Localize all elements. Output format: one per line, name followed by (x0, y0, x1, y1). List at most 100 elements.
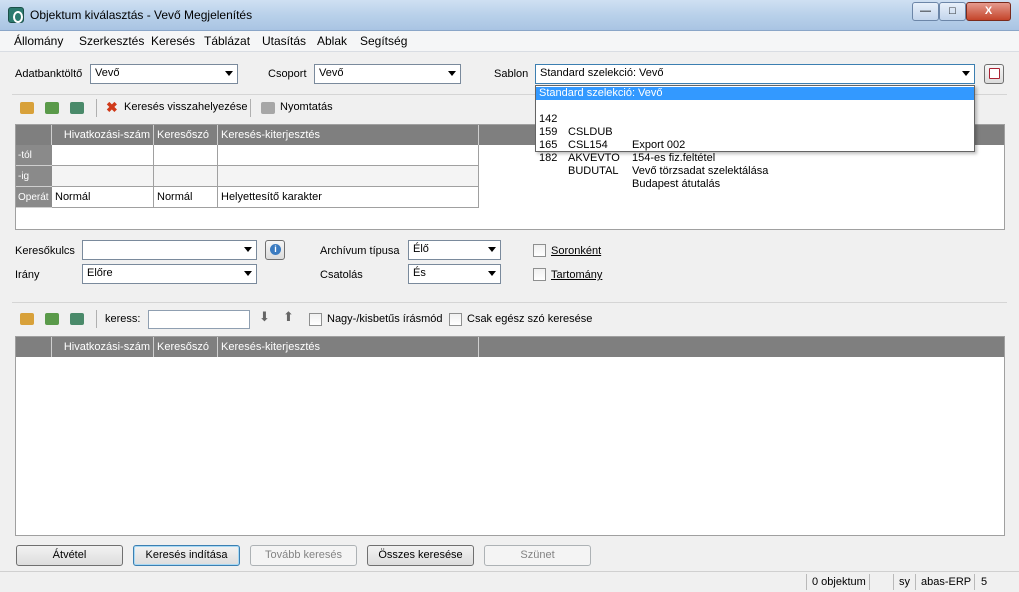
sablon-label: Sablon (494, 68, 529, 80)
maximize-button[interactable]: □ (939, 2, 966, 21)
printer-icon (261, 102, 275, 114)
status-number: 5 (981, 576, 988, 588)
col-keresoszo[interactable]: Keresőszó (154, 337, 218, 357)
corner-cell (16, 125, 52, 145)
dropdown-option[interactable]: 142 CSLDUB Export 002 (536, 100, 974, 151)
cell-ig-kiterjesztes[interactable] (218, 166, 479, 187)
sablon-value: Standard szelekció: Vevő (540, 67, 664, 79)
window-title: Objektum kiválasztás - Vevő Megjelenítés (30, 8, 253, 22)
cell-op-hivatkozasi[interactable]: Normál (52, 187, 154, 208)
cell-tol-hivatkozasi[interactable] (52, 145, 154, 166)
sablon-select[interactable]: Standard szelekció: Vevő (535, 64, 975, 84)
load-icon[interactable] (20, 313, 34, 325)
option-name: AKVEVTO (568, 152, 620, 164)
start-search-button[interactable]: Keresés indítása (133, 545, 240, 566)
csatolas-label: Csatolás (320, 269, 363, 281)
paste-icon[interactable] (70, 313, 84, 325)
menu-segitseg[interactable]: Segítség (360, 34, 407, 48)
continue-search-button[interactable]: Tovább keresés (250, 545, 357, 566)
results-grid-header: Hivatkozási-szám Keresőszó Keresés-kiter… (16, 337, 1004, 357)
irany-value: Előre (87, 267, 113, 279)
corner-cell (16, 337, 52, 357)
dropdown-option[interactable]: 165 AKVEVTO Vevő törzsadat szelektálása (536, 126, 974, 177)
cell-tol-keresoszo[interactable] (154, 145, 218, 166)
atvetel-button[interactable]: Átvétel (16, 545, 123, 566)
csoport-select[interactable]: Vevő (314, 64, 461, 84)
adatbanktolto-value: Vevő (95, 67, 120, 79)
chevron-down-icon (225, 71, 233, 76)
reset-search-button[interactable]: Keresés visszahelyezése (124, 101, 248, 113)
print-button[interactable]: Nyomtatás (280, 101, 333, 113)
chevron-down-icon (962, 71, 970, 76)
status-separator (974, 574, 975, 590)
status-separator (915, 574, 916, 590)
option-desc: 154-es fiz.feltétel (632, 152, 716, 164)
arrow-up-icon[interactable]: ⬆ (283, 309, 294, 325)
whole-word-label[interactable]: Csak egész szó keresése (467, 313, 592, 325)
option-name: BUDUTAL (568, 165, 619, 177)
dropdown-option-selected[interactable]: Standard szelekció: Vevő (536, 87, 974, 100)
minimize-button[interactable]: — (912, 2, 939, 21)
tartomany-checkbox[interactable] (533, 268, 546, 281)
whole-word-checkbox[interactable] (449, 313, 462, 326)
col-hivatkozasi-szam[interactable]: Hivatkozási-szám (52, 125, 154, 145)
chevron-down-icon (244, 247, 252, 252)
toolbar-separator (96, 310, 97, 328)
chevron-down-icon (448, 71, 456, 76)
dropdown-option[interactable]: 182 BUDUTAL Budapest átutalás (536, 139, 974, 190)
case-sensitive-label[interactable]: Nagy-/kisbetűs írásmód (327, 313, 443, 325)
menu-tablazat[interactable]: Táblázat (204, 34, 250, 48)
status-bar: 0 objektum sy abas-ERP 5 (0, 571, 1019, 592)
kereskulcs-select[interactable] (82, 240, 257, 260)
chevron-down-icon (488, 271, 496, 276)
copy-icon[interactable] (45, 102, 59, 114)
load-icon[interactable] (20, 102, 34, 114)
status-separator (806, 574, 807, 590)
cell-tol-kiterjesztes[interactable] (218, 145, 479, 166)
irany-select[interactable]: Előre (82, 264, 257, 284)
adatbanktolto-label: Adatbanktöltő (15, 68, 83, 80)
status-object-count: 0 objektum (812, 576, 866, 588)
soronkent-checkbox[interactable] (533, 244, 546, 257)
adatbanktolto-select[interactable]: Vevő (90, 64, 238, 84)
title-bar: Objektum kiválasztás - Vevő Megjelenítés… (0, 0, 1019, 31)
search-input[interactable] (148, 310, 250, 329)
toolbar-separator (250, 99, 251, 117)
soronkent-label[interactable]: Soronként (551, 245, 601, 257)
cell-ig-keresoszo[interactable] (154, 166, 218, 187)
tartomany-label[interactable]: Tartomány (551, 269, 602, 281)
csatolas-select[interactable]: És (408, 264, 501, 284)
cell-op-keresoszo[interactable]: Normál (154, 187, 218, 208)
search-label: keress: (105, 313, 141, 325)
menu-ablak[interactable]: Ablak (317, 34, 347, 48)
menu-allomany[interactable]: Állomány (14, 34, 63, 48)
sablon-edit-button[interactable] (984, 64, 1004, 84)
results-toolbar: keress: ⬇ ⬆ Nagy-/kisbetűs írásmód Csak … (12, 302, 1007, 332)
archivum-label: Archívum típusa (320, 245, 400, 257)
menu-szerkesztes[interactable]: Szerkesztés (79, 34, 144, 48)
col-keresoszo[interactable]: Keresőszó (154, 125, 218, 145)
col-hivatkozasi-szam[interactable]: Hivatkozási-szám (52, 337, 154, 357)
info-button[interactable]: i (265, 240, 285, 260)
option-desc: Budapest átutalás (632, 178, 721, 190)
menu-kereses[interactable]: Keresés (151, 34, 195, 48)
case-sensitive-checkbox[interactable] (309, 313, 322, 326)
row-header-operator: Operát (16, 187, 52, 208)
copy-icon[interactable] (45, 313, 59, 325)
menu-utasitas[interactable]: Utasítás (262, 34, 306, 48)
archivum-select[interactable]: Élő (408, 240, 501, 260)
arrow-down-icon[interactable]: ⬇ (259, 309, 270, 325)
cell-op-kiterjesztes[interactable]: Helyettesítő karakter (218, 187, 479, 208)
col-kereses-kiterjesztes[interactable]: Keresés-kiterjesztés (218, 125, 479, 145)
row-header-tol: -tól (16, 145, 52, 166)
dropdown-option[interactable]: 159 CSL154 154-es fiz.feltétel (536, 113, 974, 164)
csoport-label: Csoport (268, 68, 307, 80)
search-all-button[interactable]: Összes keresése (367, 545, 474, 566)
pause-button[interactable]: Szünet (484, 545, 591, 566)
cell-ig-hivatkozasi[interactable] (52, 166, 154, 187)
status-separator (893, 574, 894, 590)
archivum-value: Élő (413, 243, 429, 255)
paste-icon[interactable] (70, 102, 84, 114)
close-button[interactable]: X (966, 2, 1011, 21)
col-kereses-kiterjesztes[interactable]: Keresés-kiterjesztés (218, 337, 479, 357)
